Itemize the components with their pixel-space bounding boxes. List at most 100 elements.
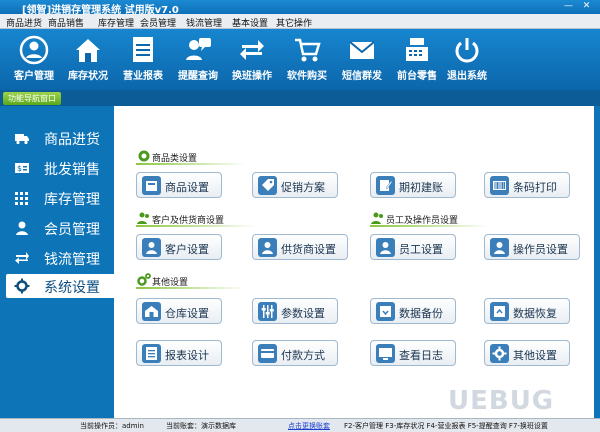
button-label: 促销方案 [281,181,325,194]
toolbar: 客户管理 库存状况 营业报表 提醒查询 换班操作 软件购买 短信群发 前台零售 … [0,29,600,90]
section-divider [136,287,246,289]
power-icon [455,38,479,63]
sidebar-item-label: 会员管理 [44,222,100,238]
toolbar-shift-button[interactable]: 换班操作 [221,32,283,88]
section-other: 其他设置 [136,272,246,289]
menu-sales[interactable]: 商品销售 [48,16,84,29]
menu-inventory[interactable]: 库存管理 [98,16,134,29]
sidebar-item-label: 系统设置 [44,280,100,296]
menu-bar: 商品进货 商品销售 库存管理 会员管理 钱流管理 基本设置 其它操作 [0,14,600,29]
nav-window-tab[interactable]: 功能导航窗口 [3,92,61,105]
toolbar-label: 退出系统 [447,71,487,82]
toolbar-label: 库存状况 [68,71,108,82]
money-icon [15,252,29,264]
staff-settings-button[interactable]: 员工设置 [370,234,456,260]
sidebar-item-member[interactable]: 会员管理 [6,216,108,240]
menu-money[interactable]: 钱流管理 [186,16,222,29]
sidebar-item-settings[interactable]: 系统设置 [6,274,114,298]
toolbar-sms-button[interactable]: 短信群发 [331,32,393,88]
cart-icon [295,38,321,62]
sale-icon: $ [15,163,29,173]
status-hotkeys: F2-客户管理 F3-库存状况 F4-营业报表 F5-提醒查询 F7-换班设置 [344,422,548,430]
toolbar-label: 软件购买 [287,71,327,82]
button-label: 供货商设置 [281,243,336,256]
view-log-button[interactable]: 查看日志 [370,340,456,366]
person-icon [490,238,509,257]
menu-member[interactable]: 会员管理 [140,16,176,29]
nav-strip: 功能导航窗口 [0,90,600,106]
barcode-print-button[interactable]: 条码打印 [484,172,570,198]
toolbar-report-button[interactable]: 营业报表 [112,32,174,88]
button-label: 付款方式 [281,349,325,362]
section-customer: 客户及供货商设置 [136,210,256,227]
sidebar-item-money[interactable]: 钱流管理 [6,246,108,270]
button-label: 条码打印 [513,181,557,194]
section-goods: 商品类设置 [136,148,246,165]
toolbar-stock-button[interactable]: 库存状况 [57,32,119,88]
settings-panel: 商品类设置 商品设置 促销方案 期初建账 条码打印 客户及供货商设置 员工及操作… [114,106,594,418]
parameter-settings-button[interactable]: 参数设置 [252,298,338,324]
users-icon [371,212,383,224]
button-label: 操作员设置 [513,243,568,256]
close-icon[interactable]: ✕ [580,1,593,12]
person-icon [142,238,161,257]
menu-basic[interactable]: 基本设置 [232,16,268,29]
grid-icon [15,192,28,205]
operator-settings-button[interactable]: 操作员设置 [484,234,580,260]
sidebar-item-purchase[interactable]: 商品进货 [6,126,108,150]
button-label: 数据备份 [399,307,443,320]
person-icon [258,238,277,257]
button-label: 仓库设置 [165,307,209,320]
opening-balance-button[interactable]: 期初建账 [370,172,456,198]
sidebar-item-inventory[interactable]: 库存管理 [6,186,108,210]
warehouse-settings-button[interactable]: 仓库设置 [136,298,222,324]
button-label: 员工设置 [399,243,443,256]
member-icon [16,221,28,235]
switch-account-link[interactable]: 点击更换账套 [288,421,330,431]
button-label: 客户设置 [165,243,209,256]
data-backup-button[interactable]: 数据备份 [370,298,456,324]
toolbar-buy-button[interactable]: 软件购买 [276,32,338,88]
report-design-button[interactable]: 报表设计 [136,340,222,366]
section-divider [136,163,246,165]
panel-border [594,106,600,418]
sidebar-item-label: 批发销售 [44,162,100,178]
barcode-icon [490,176,509,195]
backup-icon [376,302,395,321]
swap-icon [240,40,264,60]
sidebar: 商品进货 $ 批发销售 库存管理 会员管理 钱流管理 系统设置 [0,106,114,418]
settings-icon [14,278,30,294]
home-icon [76,39,100,62]
person-icon [376,238,395,257]
sidebar-item-label: 钱流管理 [44,252,100,268]
section-divider [370,225,490,227]
toolbar-exit-button[interactable]: 退出系统 [436,32,498,88]
edit-icon [376,176,395,195]
customer-settings-button[interactable]: 客户设置 [136,234,222,260]
payment-method-button[interactable]: 付款方式 [252,340,338,366]
supplier-settings-button[interactable]: 供货商设置 [252,234,348,260]
sidebar-item-wholesale[interactable]: $ 批发销售 [6,156,108,180]
data-restore-button[interactable]: 数据恢复 [484,298,570,324]
button-label: 数据恢复 [513,307,557,320]
watermark-logo: UEBUG [448,386,555,416]
toolbar-label: 短信群发 [342,71,382,82]
section-staff: 员工及操作员设置 [370,210,490,227]
user-icon [19,35,49,65]
sliders-icon [258,302,277,321]
button-label: 期初建账 [399,181,443,194]
toolbar-label: 营业报表 [123,71,163,82]
button-label: 其他设置 [513,349,557,362]
toolbar-reminder-button[interactable]: 提醒查询 [167,32,229,88]
svg-text:$: $ [17,164,22,173]
minimize-icon[interactable]: — [562,1,575,12]
goods-settings-button[interactable]: 商品设置 [136,172,222,198]
chat-icon [186,38,211,60]
toolbar-label: 换班操作 [232,71,272,82]
truck-icon [15,134,29,145]
menu-purchase[interactable]: 商品进货 [6,16,42,29]
promotion-button[interactable]: 促销方案 [252,172,338,198]
toolbar-customer-button[interactable]: 客户管理 [3,32,65,88]
menu-other[interactable]: 其它操作 [276,16,312,29]
other-settings-button[interactable]: 其他设置 [484,340,570,366]
